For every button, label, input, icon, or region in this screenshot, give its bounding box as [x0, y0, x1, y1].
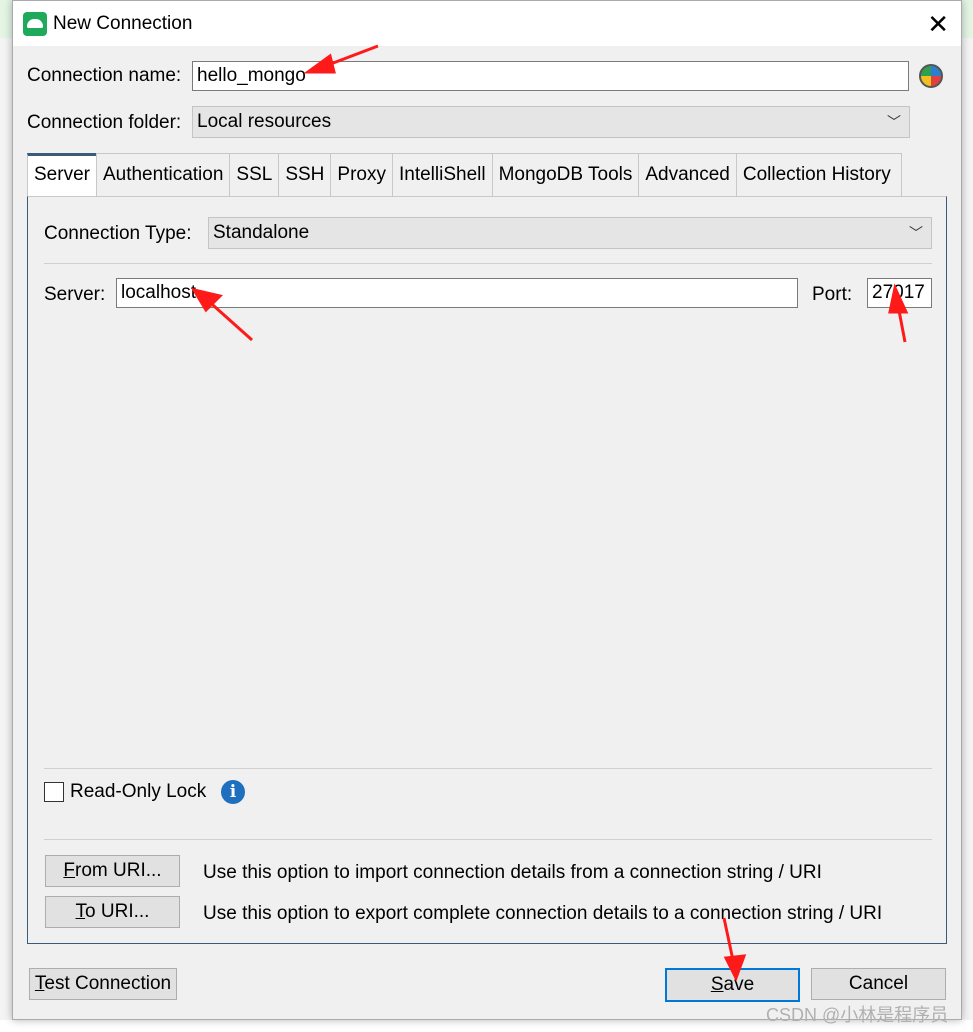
arrow-head-icon — [303, 53, 336, 74]
arrow-head-icon — [723, 954, 747, 982]
annotation-arrows — [190, 44, 909, 982]
arrow-head-icon — [888, 283, 909, 314]
watermark: CSDN @小林是程序员 — [766, 1005, 949, 1025]
